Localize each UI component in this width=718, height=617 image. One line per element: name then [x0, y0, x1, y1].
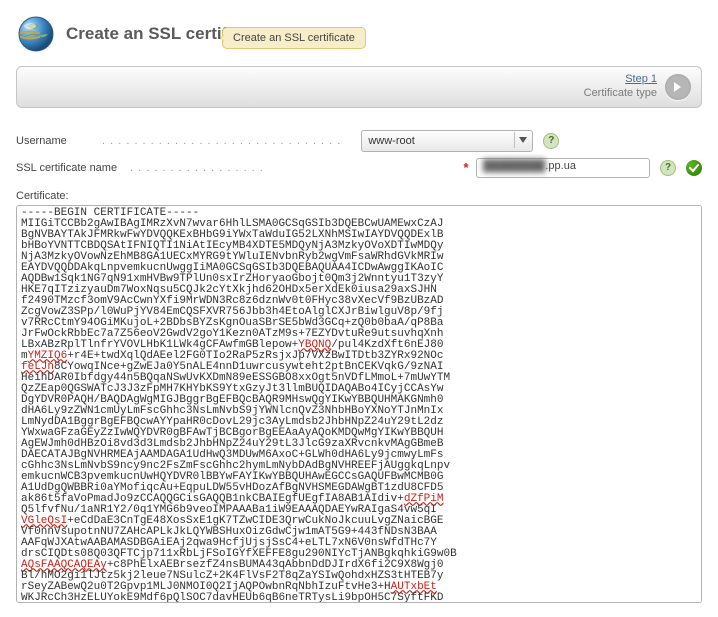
certificate-line: HeihDAR0Ibfdgy44n5BQqaNSwUvKXDmN89eESSGB… — [21, 373, 697, 384]
spellcheck-highlight: VGleQsI — [21, 515, 67, 527]
help-icon[interactable]: ? — [543, 133, 559, 149]
certificate-line: emkucnWCB3pvemkucnUwHQYDVR0lBBYwFAYIKwYB… — [21, 472, 697, 483]
certname-suffix: .pp.ua — [545, 160, 576, 172]
certificate-line: dHA6Ly9zZWN1cmUyLmFscGhhc3NsLmNvbS9jYWNl… — [21, 406, 697, 417]
spellcheck-highlight: feLJn — [21, 361, 54, 373]
certificate-line: A1UdDgQWBBRi0aYMofiqcAu+EqpuLDW55vHDozAf… — [21, 483, 697, 494]
certificate-textarea[interactable]: -----BEGIN CERTIFICATE-----MIIGiTCCBb2gA… — [16, 205, 702, 603]
form-area: Username . . . . . . . . . . . . . . . .… — [16, 130, 702, 603]
certificate-line: WKJRcCh3HzELUYokE9Mdf6pQlSOC7davHEUb6qB6… — [21, 593, 697, 603]
label-certificate: Certificate: — [16, 190, 702, 202]
certificate-line: cGhhc3NsLmNvbS9ncy9nc2FsZmFscGhhc2hymLmN… — [21, 461, 697, 472]
required-marker: * — [460, 160, 472, 175]
chevron-down-icon — [514, 132, 531, 148]
dots-decor: . . . . . . . . . . . . . . . . . . . . … — [102, 135, 341, 147]
certificate-line: YWxwaGFzaGEyZzIwWQYDVR0gBFAwTjBCBgorBgEE… — [21, 428, 697, 439]
certificate-line: feLJn8CYowqINce+gZwEJa0Y5nALE4nnD1uwrcus… — [21, 362, 697, 373]
certificate-line: HKE7qITzizyauDm7WoxNqsu5CQJk2cYtXkjhd62O… — [21, 285, 697, 296]
check-ok-icon — [686, 160, 702, 176]
arrow-right-icon — [671, 80, 685, 94]
spellcheck-highlight: dZfPiM — [404, 493, 444, 505]
certificate-line: Vf0nnVsupotnNU7ZAHcAPLkJkLQYWBSHuxOizGdw… — [21, 527, 697, 538]
spellcheck-highlight: AUTxbEt — [391, 581, 437, 593]
certificate-line: AQDBw1Sqk1NG7qN91xmHVBw9TPlUn0sxIrZHorya… — [21, 274, 697, 285]
username-select-value: www-root — [368, 135, 414, 147]
certificate-line: EAYDVQQDDAkqLnpvemkucnUwggIiMA0GCSqGSIb3… — [21, 263, 697, 274]
certificate-line: LmNydDA1BggrBgEFBQcwAYYpaHR0cDovL29jc3Ay… — [21, 417, 697, 428]
row-username: Username . . . . . . . . . . . . . . . .… — [16, 130, 702, 152]
certificate-line: f2490TMzcf3omV9AcCwnYXfi9MrWDN3Rc8z6dznW… — [21, 296, 697, 307]
step1-link[interactable]: Step 1 — [625, 73, 657, 85]
certificate-line: AQsFAAQCAQEAy+c8PhElxAEBrsezfZ4nsBUMA43q… — [21, 560, 697, 571]
certificate-line: ZcgVowZ3SPp/l0WuPjYV84EmCQSFXVR756Jbb3h4… — [21, 307, 697, 318]
certificate-line: AAFqWJXAtwAABAMASDBGAiEAj2qwa9HcfjUjsjSs… — [21, 538, 697, 549]
certificate-line: AgEWJmh0dHBzOi8vd3d3Lmdsb2JhbHNpZ24uY29t… — [21, 439, 697, 450]
steps-bar: Step 1 Certificate type — [16, 66, 702, 108]
certificate-line: drsCIQDts08Q03QFTCjp711xRbLjFSoIGYfXEFFE… — [21, 549, 697, 560]
certificate-line: rSeyZABewQ2u0T2Gpvp1MLJ0NMOI0Q2IjAQPOwbn… — [21, 582, 697, 593]
certificate-line: ak86t5faVoPmadJo9zCCAQQGCisGAQQB1nkCBAIE… — [21, 494, 697, 505]
certname-input[interactable]: ████████.pp.ua — [476, 158, 650, 178]
certificate-line: -----BEGIN CERTIFICATE----- — [21, 208, 697, 219]
username-select[interactable]: www-root — [361, 130, 533, 152]
step-indicator: Step 1 Certificate type — [584, 73, 657, 101]
certificate-line: VGleQsI+eCdDaE3CnTgE48XosSxE1gK7TZwCIDE3… — [21, 516, 697, 527]
dots-decor: . . . . . . . . . . . . . . . . . — [130, 162, 456, 174]
certificate-line: NjA3MzkyOVowNzEhMB8GA1UECxMYRG9tYWluIENv… — [21, 252, 697, 263]
certificate-line: QzZEap0QGSWATcJ3J3zFpMH7KHYbKS9YtxGzyJt3… — [21, 384, 697, 395]
globe-icon — [16, 14, 56, 54]
next-step-button[interactable] — [665, 74, 691, 100]
step1-subtitle: Certificate type — [584, 87, 657, 99]
certificate-line: Q5lfvfNu/1aNR1Y2/0q1YMG6b9veoIMPAAABa1iW… — [21, 505, 697, 516]
spellcheck-highlight: AQsFAAQCAQEAy — [21, 559, 107, 571]
certificate-line: JrFwOckRbbEc7a7Z56eoV2GwdV2goY1Kezn0ATzM… — [21, 329, 697, 340]
certificate-line: DAECATAJBgNVHRMEAjAAMDAGA1UdHwQ3MDUwM6Ax… — [21, 450, 697, 461]
spellcheck-highlight: YBQNQ — [298, 339, 331, 351]
title-tooltip: Create an SSL certificate — [222, 27, 366, 49]
certificate-line: BgNVBAYTAkJFMRkwFwYDVQQKExBHbG9iYWxTaWdu… — [21, 230, 697, 241]
certificate-line: bHBoYVNTTCBDQSAtIFNIQTI1NiAtIEcyMB4XDTE5… — [21, 241, 697, 252]
label-username: Username — [16, 135, 98, 147]
certificate-line: mYMZIQ6+r4E+twdXqlQdAEel2FG0TIo2RaP5zRsj… — [21, 351, 697, 362]
certificate-line: Bl/hMO2gi1lJtz5kj2leue7NSulcZ+2K4FlVsF2T… — [21, 571, 697, 582]
certificate-line: v7RRcCtmY94OGiMKujoL+2BDbsBYZsKgnOuaSBrS… — [21, 318, 697, 329]
row-certname: SSL certificate name . . . . . . . . . .… — [16, 158, 702, 178]
certificate-line: DgYDVR0PAQH/BAQDAgWgMIGJBggrBgEFBQcBAQR9… — [21, 395, 697, 406]
certificate-line: LBxABzRplTlnfrYVOVLHbK1LWk4gCFAwfmGBlepo… — [21, 340, 697, 351]
help-icon[interactable]: ? — [660, 160, 676, 176]
label-certname: SSL certificate name — [16, 162, 126, 174]
certificate-line: MIIGiTCCBb2gAwIBAgIMRzXvN7wvar6HhlLSMA0G… — [21, 219, 697, 230]
